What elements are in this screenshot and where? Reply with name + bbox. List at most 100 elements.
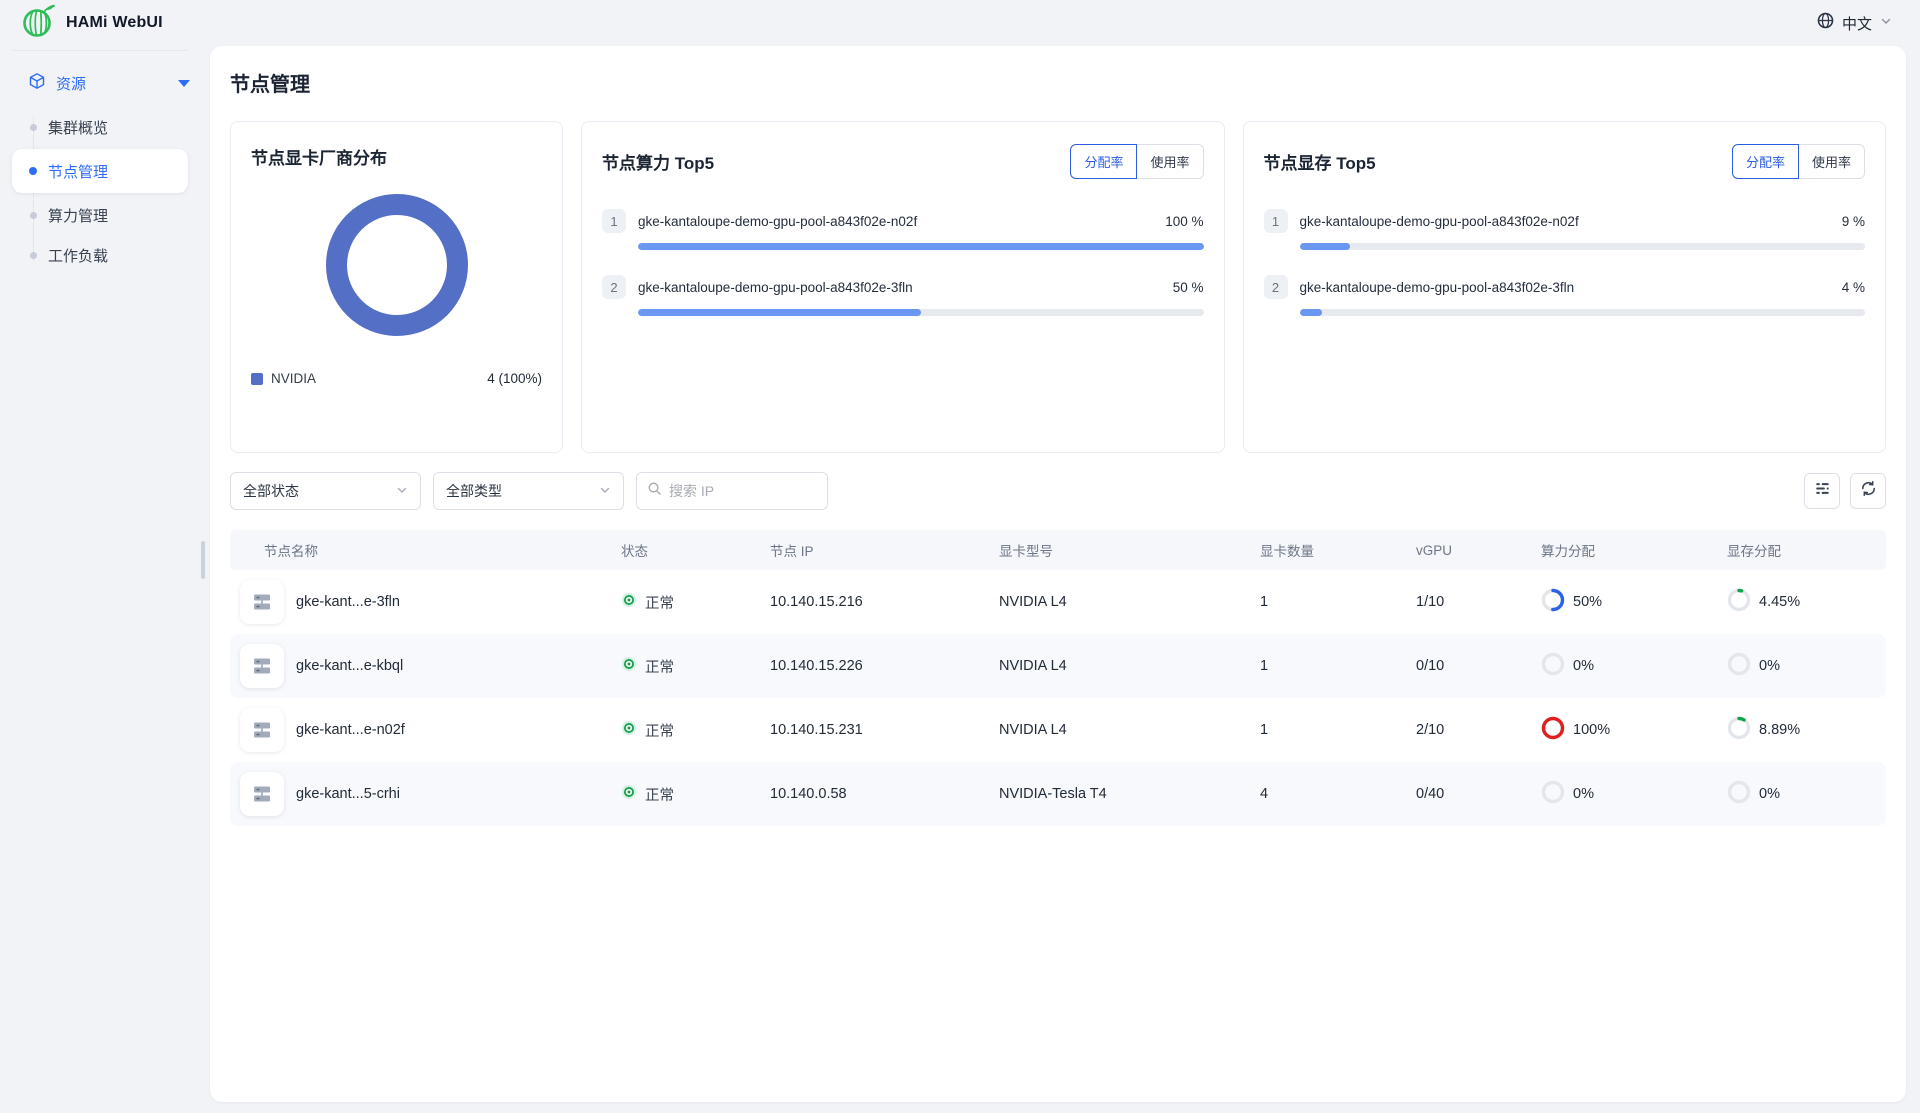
cube-icon <box>28 72 46 95</box>
top5-progress-bar <box>1300 309 1866 316</box>
ip-search-box <box>636 472 828 510</box>
node-name: gke-kant...5-crhi <box>296 786 400 802</box>
status-label: 正常 <box>645 784 674 805</box>
gpu-model: NVIDIA L4 <box>999 658 1260 674</box>
card-title: 节点显卡厂商分布 <box>251 144 542 169</box>
legend-label: NVIDIA <box>271 371 316 386</box>
rank-badge: 1 <box>602 209 626 233</box>
top5-item: 2gke-kantaloupe-demo-gpu-pool-a843f02e-3… <box>602 275 1204 316</box>
allocation-rate-tab[interactable]: 分配率 <box>1732 144 1799 179</box>
top5-progress-bar <box>638 243 1204 250</box>
compute-alloc-ring-icon <box>1541 652 1565 680</box>
gpu-count: 1 <box>1260 594 1416 610</box>
table-row[interactable]: gke-kant...e-3fln正常10.140.15.216NVIDIA L… <box>230 570 1886 634</box>
sidebar-item-link[interactable]: 算力管理 <box>0 195 210 235</box>
status-filter-value: 全部状态 <box>243 481 299 501</box>
sidebar-collapse-handle[interactable] <box>201 541 205 579</box>
memory-alloc-value: 4.45% <box>1759 594 1800 610</box>
memory-top5-list: 1gke-kantaloupe-demo-gpu-pool-a843f02e-n… <box>1264 209 1866 316</box>
rank-badge: 2 <box>1264 275 1288 299</box>
node-name: gke-kant...e-n02f <box>296 722 405 738</box>
sidebar-item-link[interactable]: 工作负载 <box>0 235 210 275</box>
sidebar-divider <box>12 50 188 51</box>
column-settings-icon <box>1814 480 1831 502</box>
chevron-down-icon <box>396 483 408 499</box>
table-row[interactable]: gke-kant...e-kbql正常10.140.15.226NVIDIA L… <box>230 634 1886 698</box>
top5-value: 100 % <box>1165 214 1203 229</box>
top5-item: 1 gke-kantaloupe-demo-gpu-pool-a843f02e-n… <box>602 209 1204 250</box>
sidebar-submenu: 集群概览节点管理算力管理工作负载 <box>0 107 210 275</box>
refresh-button[interactable] <box>1850 473 1886 509</box>
compute-alloc-value: 0% <box>1573 658 1594 674</box>
gpu-model: NVIDIA L4 <box>999 594 1260 610</box>
compute-alloc-value: 0% <box>1573 786 1594 802</box>
node-ip: 10.140.15.231 <box>770 722 999 738</box>
vgpu-value: 0/10 <box>1416 658 1541 674</box>
allocation-rate-tab[interactable]: 分配率 <box>1070 144 1137 179</box>
sidebar-group-label: 资源 <box>56 73 86 94</box>
gpu-count: 1 <box>1260 722 1416 738</box>
col-node-name: 节点名称 <box>230 540 621 560</box>
column-settings-button[interactable] <box>1804 473 1840 509</box>
table-header-row: 节点名称 状态 节点 IP 显卡型号 显卡数量 vGPU 算力分配 显存分配 <box>230 530 1886 570</box>
search-icon <box>647 481 662 501</box>
compute-alloc-value: 100% <box>1573 722 1610 738</box>
chevron-down-icon <box>599 483 611 499</box>
language-selector[interactable]: 中文 <box>1817 12 1892 34</box>
memory-alloc-value: 8.89% <box>1759 722 1800 738</box>
vendor-legend: NVIDIA 4 (100%) <box>251 371 542 386</box>
node-ip: 10.140.15.216 <box>770 594 999 610</box>
server-node-icon <box>240 708 284 752</box>
server-node-icon <box>240 644 284 688</box>
type-filter-value: 全部类型 <box>446 481 502 501</box>
gpu-model: NVIDIA-Tesla T4 <box>999 786 1260 802</box>
chevron-down-icon <box>1880 14 1892 32</box>
type-filter-select[interactable]: 全部类型 <box>433 472 624 510</box>
summary-cards: 节点显卡厂商分布 NVIDIA 4 (100%) 节点算力 Top5 <box>230 121 1886 453</box>
node-ip: 10.140.0.58 <box>770 786 999 802</box>
legend-value: 4 (100%) <box>487 371 542 386</box>
compute-top5-list: 1 gke-kantaloupe-demo-gpu-pool-a843f02e-n… <box>602 209 1204 316</box>
nav-dot-icon <box>29 167 37 175</box>
server-node-icon <box>240 580 284 624</box>
sidebar-item-link[interactable]: 集群概览 <box>0 107 210 147</box>
gpu-count: 1 <box>1260 658 1416 674</box>
col-status: 状态 <box>621 540 770 560</box>
vgpu-value: 1/10 <box>1416 594 1541 610</box>
card-title: 节点显存 Top5 <box>1264 149 1376 174</box>
status-filter-select[interactable]: 全部状态 <box>230 472 421 510</box>
sidebar-group-resources[interactable]: 资源 <box>0 61 210 105</box>
top5-value: 9 % <box>1842 214 1865 229</box>
memory-alloc-ring-icon <box>1727 780 1751 808</box>
language-label: 中文 <box>1842 13 1872 34</box>
ip-search-input[interactable] <box>669 483 817 499</box>
table-body: gke-kant...e-3fln正常10.140.15.216NVIDIA L… <box>230 570 1886 826</box>
rank-badge: 1 <box>1264 209 1288 233</box>
top5-node-name: gke-kantaloupe-demo-gpu-pool-a843f02e-n0… <box>638 214 1153 229</box>
top5-value: 50 % <box>1173 280 1204 295</box>
compute-alloc-ring-icon <box>1541 780 1565 808</box>
card-node-compute-top5: 节点算力 Top5 分配率 使用率 1gke-kantaloupe-demo-g… <box>581 121 1225 453</box>
legend-swatch-nvidia <box>251 373 263 385</box>
sidebar-item-label: 算力管理 <box>48 205 108 226</box>
rank-badge: 2 <box>602 275 626 299</box>
col-compute-alloc: 算力分配 <box>1541 540 1727 560</box>
status-ok-icon <box>621 592 637 612</box>
memory-alloc-ring-icon <box>1727 652 1751 680</box>
vendor-donut-chart <box>251 175 542 355</box>
node-name: gke-kant...e-3fln <box>296 594 400 610</box>
status-ok-icon <box>621 656 637 676</box>
col-gpu-count: 显卡数量 <box>1260 540 1416 560</box>
compute-alloc-ring-icon <box>1541 588 1565 616</box>
table-row[interactable]: gke-kant...5-crhi 正常 10.140.0.58NVIDIA-Tes… <box>230 762 1886 826</box>
status-ok-icon <box>621 784 637 804</box>
usage-rate-tab[interactable]: 使用率 <box>1137 144 1203 179</box>
table-row[interactable]: gke-kant...e-n02f正常10.140.15.231NVIDIA L… <box>230 698 1886 762</box>
filter-bar: 全部状态 全部类型 <box>230 472 1886 510</box>
sidebar-item-label: 工作负载 <box>48 245 108 266</box>
vgpu-value: 0/40 <box>1416 786 1541 802</box>
status-label: 正常 <box>645 720 674 741</box>
usage-rate-tab[interactable]: 使用率 <box>1799 144 1865 179</box>
sidebar-item-active[interactable]: 节点管理 <box>12 149 188 193</box>
top5-item: 2gke-kantaloupe-demo-gpu-pool-a843f02e-3… <box>1264 275 1866 316</box>
